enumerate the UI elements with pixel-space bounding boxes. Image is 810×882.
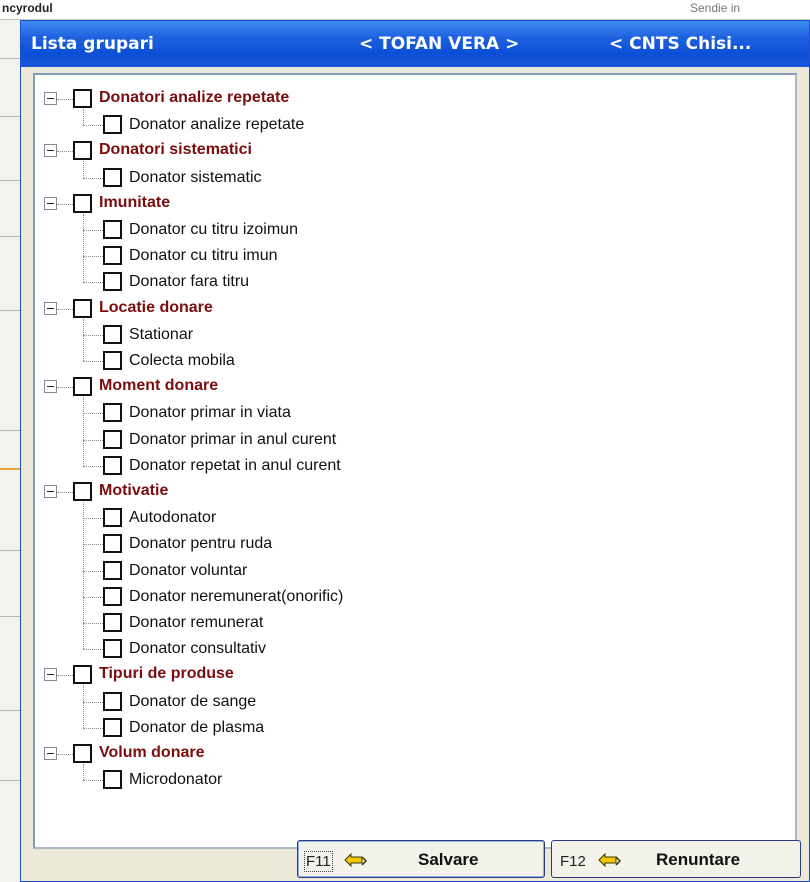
item-label[interactable]: Donator cu titru izoimun: [129, 221, 298, 239]
item-checkbox[interactable]: [103, 613, 122, 632]
collapse-toggle-icon[interactable]: [44, 144, 57, 158]
item-checkbox[interactable]: [103, 639, 122, 659]
category-label[interactable]: Volum donare: [99, 744, 205, 762]
collapse-toggle-icon[interactable]: [44, 485, 57, 498]
dialog-title: Lista grupari: [31, 34, 154, 54]
item-checkbox[interactable]: [103, 455, 122, 475]
item-label[interactable]: Donator analize repetate: [129, 116, 304, 134]
category-checkbox[interactable]: [73, 89, 92, 108]
item-label[interactable]: Donator primar in anul curent: [129, 431, 336, 449]
item-label[interactable]: Donator cu titru imun: [129, 247, 278, 265]
item-checkbox[interactable]: [103, 272, 122, 292]
collapse-toggle-icon[interactable]: [44, 668, 57, 682]
collapse-toggle-icon[interactable]: [44, 380, 57, 394]
category-label[interactable]: Donatori analize repetate: [99, 89, 289, 107]
category-checkbox[interactable]: [73, 482, 92, 501]
current-user: < TOFAN VERA >: [359, 34, 520, 54]
title-bar[interactable]: Lista grupari < TOFAN VERA > < CNTS Chis…: [21, 21, 809, 67]
item-label[interactable]: Donator consultativ: [129, 640, 266, 658]
group-list-dialog: Lista grupari < TOFAN VERA > < CNTS Chis…: [20, 20, 810, 882]
item-label[interactable]: Donator de sange: [129, 693, 256, 711]
item-label[interactable]: Donator de plasma: [129, 719, 264, 737]
background-left-text: ncyrodul: [2, 1, 53, 15]
current-organization: < CNTS Chisi...: [609, 34, 752, 54]
item-label[interactable]: Donator voluntar: [129, 562, 247, 580]
cancel-button[interactable]: F12 Renuntare: [551, 840, 801, 878]
item-label[interactable]: Donator fara titru: [129, 273, 249, 291]
category-label[interactable]: Imunitate: [99, 194, 170, 212]
item-checkbox[interactable]: [103, 770, 122, 790]
item-checkbox[interactable]: [103, 586, 122, 606]
item-label[interactable]: Donator sistematic: [129, 169, 262, 187]
item-checkbox[interactable]: [103, 403, 122, 423]
item-checkbox[interactable]: [103, 717, 122, 737]
category-checkbox[interactable]: [73, 193, 92, 213]
category-label[interactable]: Locatie donare: [99, 299, 213, 317]
background-header: ncyrodul Sendie in: [0, 0, 810, 20]
item-label[interactable]: Donator pentru ruda: [129, 535, 272, 553]
category-label[interactable]: Donatori sistematici: [99, 141, 252, 159]
save-label: Salvare: [418, 850, 479, 869]
category-checkbox[interactable]: [73, 744, 92, 763]
collapse-toggle-icon[interactable]: [44, 301, 57, 315]
save-shortcut: F11: [304, 851, 333, 872]
item-label[interactable]: Donator primar in viata: [129, 404, 291, 422]
category-checkbox[interactable]: [73, 141, 92, 161]
item-label[interactable]: Colecta mobila: [129, 352, 235, 370]
item-checkbox[interactable]: [103, 429, 122, 449]
item-checkbox[interactable]: [103, 691, 122, 711]
groups-tree-panel[interactable]: Donatori analize repetate Donator analize…: [33, 73, 797, 849]
category-checkbox[interactable]: [73, 298, 92, 318]
category-label[interactable]: Tipuri de produse: [99, 665, 234, 683]
item-label[interactable]: Stationar: [129, 326, 193, 344]
item-checkbox[interactable]: [103, 534, 122, 554]
cancel-arrow-icon: [598, 852, 622, 868]
item-label[interactable]: Donator remunerat: [129, 614, 263, 632]
item-label[interactable]: Microdonator: [129, 771, 222, 789]
item-checkbox[interactable]: [103, 246, 122, 266]
cancel-shortcut: F12: [560, 853, 586, 870]
category-checkbox[interactable]: [73, 377, 92, 397]
item-label[interactable]: Donator repetat in anul curent: [129, 457, 341, 475]
item-checkbox[interactable]: [103, 560, 122, 580]
category-checkbox[interactable]: [73, 665, 92, 685]
item-checkbox[interactable]: [103, 508, 122, 528]
save-arrow-icon: [344, 852, 368, 868]
item-label[interactable]: Donator neremunerat(onorific): [129, 588, 343, 606]
item-checkbox[interactable]: [103, 220, 122, 239]
category-label[interactable]: Moment donare: [99, 377, 218, 395]
item-checkbox[interactable]: [103, 167, 122, 187]
item-checkbox[interactable]: [103, 351, 122, 370]
category-label[interactable]: Motivatie: [99, 482, 168, 500]
item-checkbox[interactable]: [103, 115, 122, 135]
cancel-label: Renuntare: [656, 850, 741, 869]
item-label[interactable]: Autodonator: [129, 509, 216, 527]
collapse-toggle-icon[interactable]: [44, 747, 57, 760]
collapse-toggle-icon[interactable]: [44, 196, 57, 210]
item-checkbox[interactable]: [103, 324, 122, 344]
save-button[interactable]: F11 Salvare: [297, 840, 545, 878]
background-right-text: Sendie in: [690, 1, 741, 15]
background-form-edge: [0, 20, 22, 882]
collapse-toggle-icon[interactable]: [44, 92, 57, 105]
